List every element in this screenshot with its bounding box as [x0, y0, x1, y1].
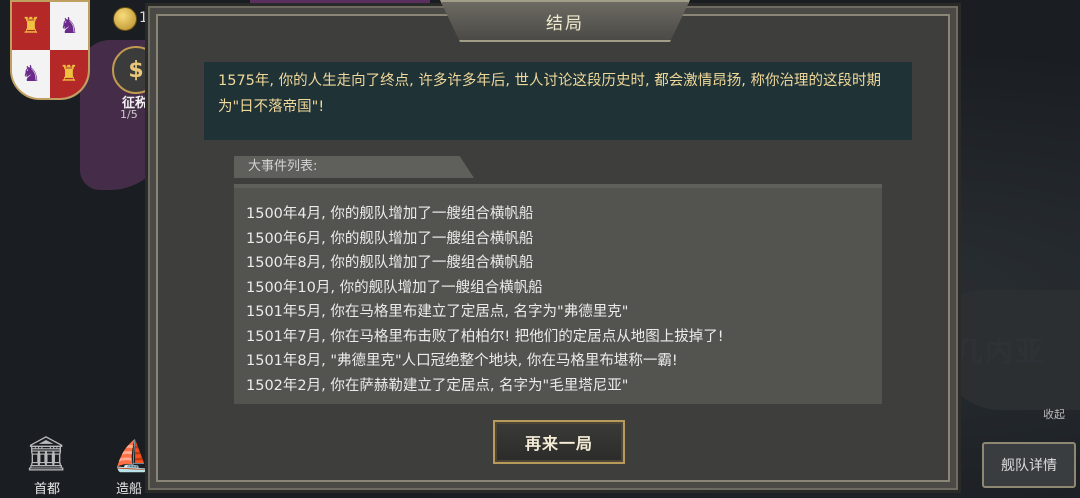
- collapse-button[interactable]: 收起: [1043, 406, 1065, 422]
- ending-dialog: 结局 1575年, 你的人生走向了终点, 许多许多年后, 世人讨论这段历史时, …: [148, 0, 958, 490]
- coin-icon: [113, 7, 137, 31]
- event-item: 1501年7月, 你在马格里布击败了柏柏尔! 把他们的定居点从地图上拔掉了!: [246, 328, 724, 345]
- castle-icon: ♜: [12, 2, 50, 50]
- events-list[interactable]: 1500年4月, 你的舰队增加了一艘组合横帆船 1500年6月, 你的舰队增加了…: [234, 184, 882, 404]
- map-region-label: 几内亚: [955, 335, 1046, 368]
- events-list-label: 大事件列表:: [234, 156, 474, 178]
- event-item: 1500年8月, 你的舰队增加了一艘组合横帆船: [246, 255, 534, 271]
- ending-summary: 1575年, 你的人生走向了终点, 许多许多年后, 世人讨论这段历史时, 都会激…: [204, 62, 912, 140]
- fleet-details-button[interactable]: 舰队详情: [982, 442, 1076, 488]
- event-item: 1502年2月, 你在萨赫勒建立了定居点, 名字为"毛里塔尼亚": [246, 377, 629, 394]
- restart-button[interactable]: 再来一局: [493, 420, 625, 464]
- nav-capital-label: 首都: [34, 482, 61, 497]
- coin-count: 1: [139, 10, 148, 26]
- event-item: 1500年10月, 你的舰队增加了一艘组合横帆船: [246, 279, 543, 296]
- tax-count: 1/5: [120, 108, 138, 121]
- event-item: 1501年8月, "弗德里克"人口冠绝整个地块, 你在马格里布堪称一霸!: [246, 353, 678, 369]
- event-item: 1501年5月, 你在马格里布建立了定居点, 名字为"弗德里克": [246, 304, 629, 320]
- nav-shipyard-label: 造船: [116, 482, 143, 497]
- event-item: 1500年4月, 你的舰队增加了一艘组合横帆船: [246, 206, 534, 222]
- lion-icon: ♞: [50, 2, 88, 50]
- lion-icon: ♞: [12, 50, 50, 98]
- event-item: 1500年6月, 你的舰队增加了一艘组合横帆船: [246, 230, 534, 247]
- kingdom-flag-icon[interactable]: ♜ ♞ ♞ ♜: [10, 0, 90, 100]
- capitol-icon[interactable]: 🏛: [18, 418, 74, 474]
- dialog-title: 结局: [440, 0, 690, 42]
